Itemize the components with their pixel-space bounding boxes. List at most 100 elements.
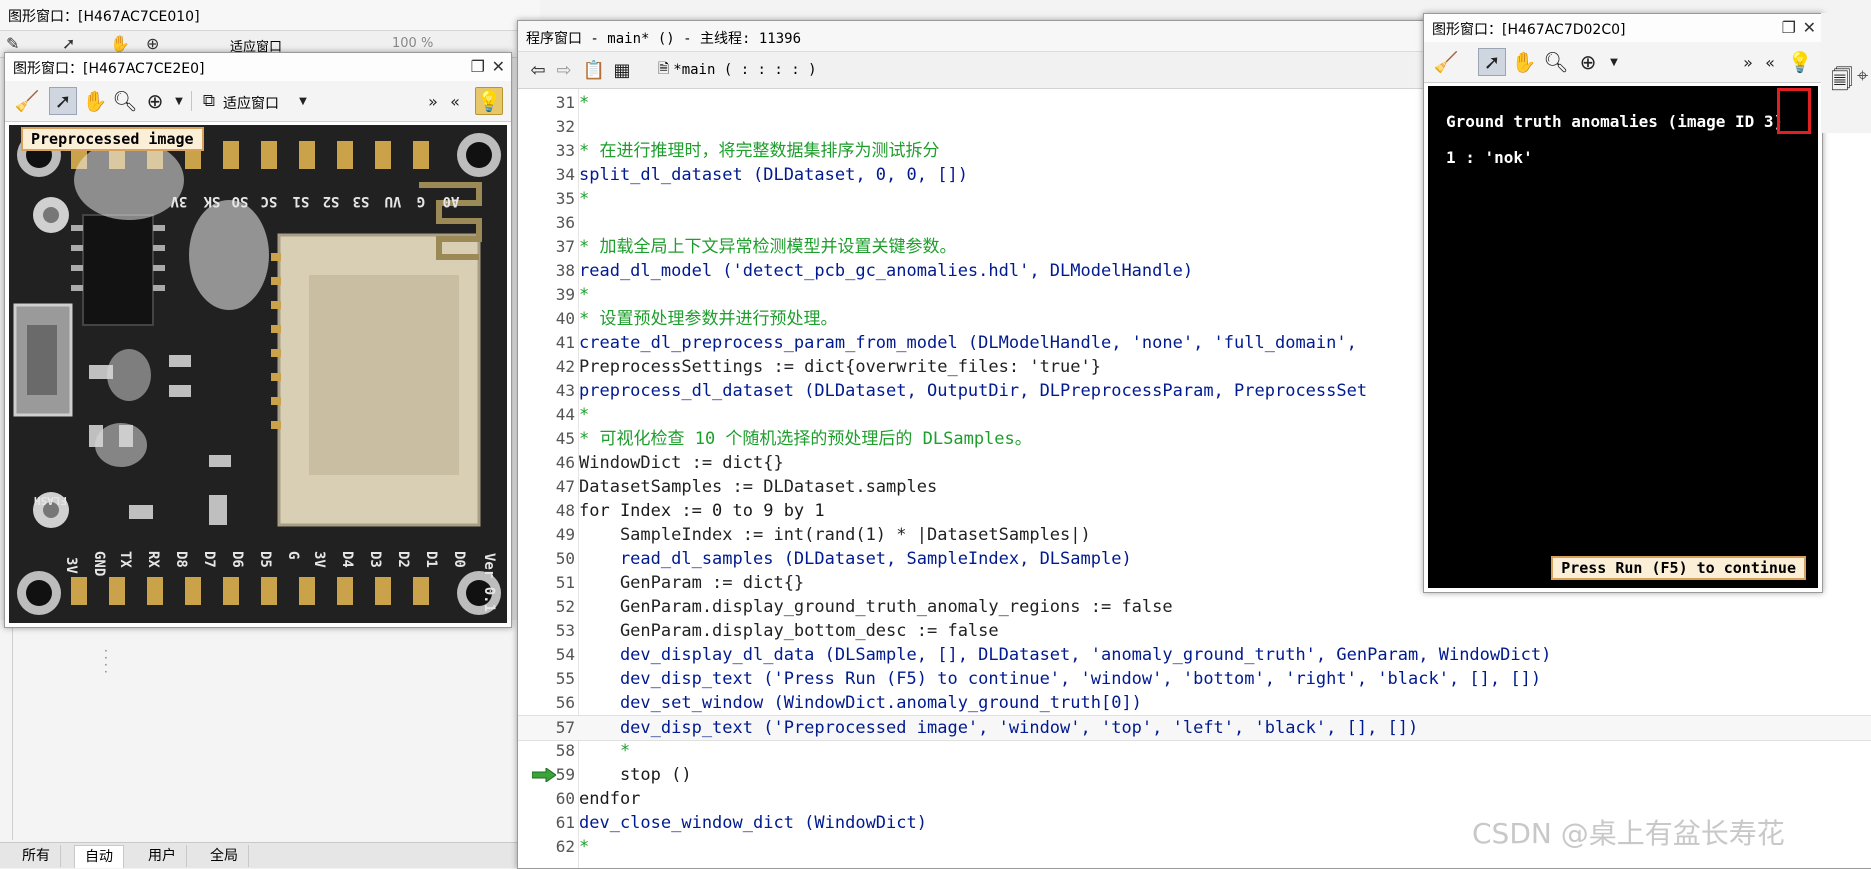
code-line[interactable]: 57 dev_disp_text ('Preprocessed image', … <box>518 715 1871 741</box>
collapse-icon[interactable]: « <box>441 87 469 115</box>
version-label: Ver 0.1 <box>481 553 497 612</box>
tab-all[interactable]: 所有 <box>12 845 61 867</box>
document-icon[interactable]: 🗐 <box>1831 63 1853 101</box>
line-number[interactable]: 44 <box>518 403 575 427</box>
procedure-selector[interactable]: 🗎 *main ( : : : : ) <box>652 57 823 83</box>
line-number[interactable]: 62 <box>518 835 575 859</box>
line-number[interactable]: 55 <box>518 667 575 691</box>
line-number[interactable]: 54 <box>518 643 575 667</box>
line-number[interactable]: 31 <box>518 91 575 115</box>
clipboard-icon[interactable]: 📋 <box>580 56 608 84</box>
line-number[interactable]: 33 <box>518 139 575 163</box>
line-number[interactable]: 48 <box>518 499 575 523</box>
pointer-icon[interactable]: ➚ <box>49 87 77 115</box>
back-arrow-icon[interactable]: ⇦ <box>524 56 552 84</box>
code-line[interactable]: 52 GenParam.display_ground_truth_anomaly… <box>518 595 1871 619</box>
background-zoom-value[interactable]: 100 % <box>392 36 433 51</box>
line-number[interactable]: 46 <box>518 451 575 475</box>
line-number[interactable]: 58 <box>518 739 575 763</box>
line-number[interactable]: 35 <box>518 187 575 211</box>
background-graphics-title: 图形窗口：[H467AC7CE010] <box>8 9 200 25</box>
code-line[interactable]: 60 endfor <box>518 787 1871 811</box>
magnifier-icon[interactable]: 🔍︎ <box>1542 48 1570 76</box>
line-number[interactable]: 52 <box>518 595 575 619</box>
pin-label-top: SC <box>261 193 278 209</box>
line-number[interactable]: 36 <box>518 211 575 235</box>
magnifier-icon[interactable]: 🔍︎ <box>111 87 139 115</box>
preprocessed-image-canvas[interactable]: 3V SK SO SC S1 S2 S3 VU G A0 3V GND TX R… <box>9 125 507 623</box>
pcb-image: 3V SK SO SC S1 S2 S3 VU G A0 3V GND TX R… <box>9 125 507 623</box>
hand-icon[interactable]: ✋ <box>110 34 130 53</box>
splitter-grip[interactable]: · · · · <box>104 645 108 678</box>
line-number[interactable]: 40 <box>518 307 575 331</box>
line-number[interactable]: 60 <box>518 787 575 811</box>
procedure-icon: 🗎 <box>658 61 670 77</box>
code-line[interactable]: 53 GenParam.display_bottom_desc := false <box>518 619 1871 643</box>
code-text: create_dl_preprocess_param_from_model (D… <box>579 333 1368 353</box>
graphics-window-2-toolbar: 🧹 ➚ ✋ 🔍︎ ⊕ ▼ » « 💡 <box>1424 42 1822 83</box>
line-number[interactable]: 53 <box>518 619 575 643</box>
code-line[interactable]: 59 stop () <box>518 763 1871 787</box>
collapse-icon[interactable]: « <box>1756 48 1784 76</box>
program-window-title: 程序窗口 - main* () - 主线程: 11396 <box>526 31 802 47</box>
code-text: SampleIndex := int(rand(1) * |DatasetSam… <box>579 525 1091 545</box>
zoom-in-icon[interactable]: ⊕ <box>1574 48 1602 76</box>
pointer-icon[interactable]: ➚ <box>1478 48 1506 76</box>
code-line[interactable]: 56 dev_set_window (WindowDict.anomaly_gr… <box>518 691 1871 715</box>
procedure-label: *main ( : : : : ) <box>673 62 817 78</box>
pin-label-bottom: RX <box>145 551 161 568</box>
line-number[interactable]: 42 <box>518 355 575 379</box>
line-number[interactable]: 41 <box>518 331 575 355</box>
fit-window-label[interactable]: 适应窗口 <box>223 93 279 113</box>
pin-label-bottom: D5 <box>257 551 273 568</box>
close-icon[interactable]: ✕ <box>492 57 505 76</box>
fit-window-icon[interactable]: ⧉ <box>195 87 223 115</box>
line-number[interactable]: 47 <box>518 475 575 499</box>
main-toolbar-edge: 🗐 ⌖ <box>1821 13 1871 133</box>
grid-icon[interactable]: ▦ <box>608 56 636 84</box>
code-line[interactable]: 58 * <box>518 739 1871 763</box>
line-number[interactable]: 56 <box>518 691 575 715</box>
chevron-down-icon[interactable]: ▼ <box>165 87 193 115</box>
line-number[interactable]: 49 <box>518 523 575 547</box>
chevron-down-icon[interactable]: ▼ <box>1600 48 1628 76</box>
pin-label-top: 3V <box>170 193 187 209</box>
tab-global[interactable]: 全局 <box>200 845 249 867</box>
broom-icon[interactable]: 🧹 <box>13 87 41 115</box>
line-number[interactable]: 45 <box>518 427 575 451</box>
line-number[interactable]: 50 <box>518 547 575 571</box>
broom-icon[interactable]: ✎ <box>6 34 19 53</box>
lightbulb-icon[interactable]: 💡 <box>475 87 503 115</box>
fit-window-dropdown-icon[interactable]: ▼ <box>289 87 317 115</box>
graphics-window-1-title: 图形窗口：[H467AC7CE2E0] <box>13 61 205 77</box>
pointer-icon[interactable]: ➚ <box>62 34 75 53</box>
pin-label-bottom: D0 <box>451 551 467 568</box>
code-text: * 加载全局上下文异常检测模型并设置关键参数。 <box>579 237 957 257</box>
line-number[interactable]: 57 <box>518 716 575 740</box>
forward-arrow-icon[interactable]: ⇨ <box>550 56 578 84</box>
tab-user[interactable]: 用户 <box>138 845 187 867</box>
pin-label-bottom: G <box>285 551 301 559</box>
restore-icon[interactable]: ❐ <box>471 57 485 76</box>
pin-label-bottom: D8 <box>173 551 189 568</box>
line-number[interactable]: 43 <box>518 379 575 403</box>
lightbulb-icon[interactable]: 💡 <box>1786 48 1814 76</box>
close-icon[interactable]: ✕ <box>1803 18 1816 37</box>
zoom-icon[interactable]: ⊕ <box>146 34 159 53</box>
line-number[interactable]: 39 <box>518 283 575 307</box>
line-number[interactable]: 34 <box>518 163 575 187</box>
line-number[interactable]: 38 <box>518 259 575 283</box>
broom-icon[interactable]: 🧹 <box>1432 48 1460 76</box>
line-number[interactable]: 61 <box>518 811 575 835</box>
line-number[interactable]: 51 <box>518 571 575 595</box>
restore-icon[interactable]: ❐ <box>1782 18 1796 37</box>
line-number[interactable]: 37 <box>518 235 575 259</box>
code-line[interactable]: 55 dev_disp_text ('Press Run (F5) to con… <box>518 667 1871 691</box>
hand-icon[interactable]: ✋ <box>1510 48 1538 76</box>
tab-auto[interactable]: 自动 <box>74 845 124 868</box>
hand-icon[interactable]: ✋ <box>81 87 109 115</box>
code-line[interactable]: 54 dev_display_dl_data (DLSample, [], DL… <box>518 643 1871 667</box>
pin-icon[interactable]: ⌖ <box>1857 63 1868 87</box>
ground-truth-canvas[interactable]: Ground truth anomalies (image ID 3) 1 : … <box>1428 86 1818 588</box>
line-number[interactable]: 32 <box>518 115 575 139</box>
